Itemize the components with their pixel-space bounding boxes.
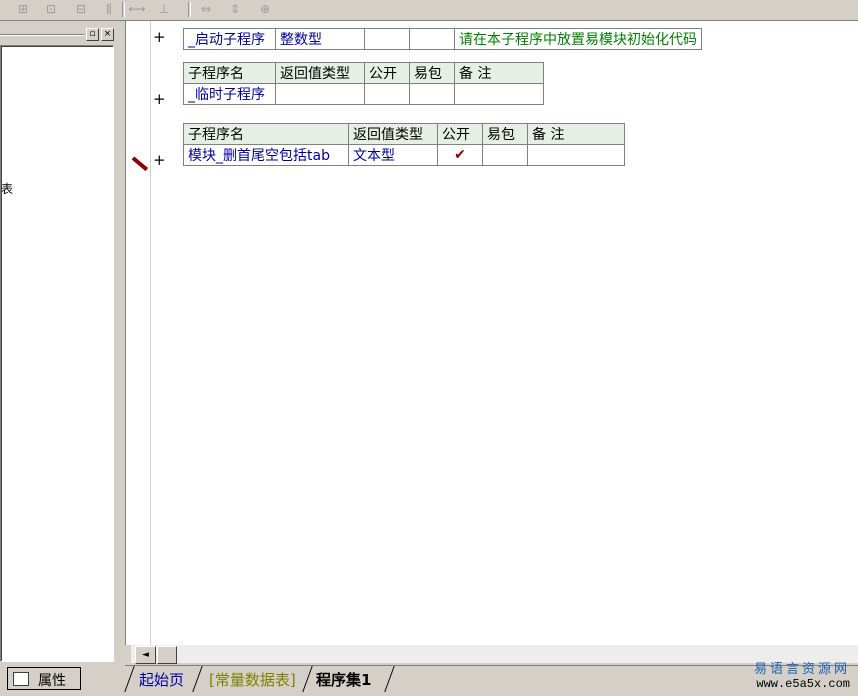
project-tree[interactable]: 表: [0, 45, 114, 662]
toolbar-separator: [188, 2, 191, 17]
scroll-thumb[interactable]: [157, 646, 177, 664]
public-check-icon[interactable]: ✔: [437, 144, 483, 166]
header-easy-pkg: 易包: [409, 62, 455, 84]
minimize-button[interactable]: ▫: [86, 28, 99, 41]
return-type-cell[interactable]: [275, 83, 365, 105]
easy-pkg-cell[interactable]: [409, 28, 455, 50]
close-button[interactable]: ×: [101, 28, 114, 41]
header-easy-pkg: 易包: [482, 123, 528, 145]
toolbar: ⊞ ⊡ ⊟ ⫼ ⟷ ⊥ ⇔ ⇕ ⊕: [0, 0, 858, 21]
document-tabs: 起始页 [常量数据表] 程序集1: [124, 665, 858, 696]
subroutine-table-module: 子程序名 返回值类型 公开 易包 备 注 模块_删首尾空包括tab 文本型 ✔: [183, 123, 625, 166]
sub-name-cell[interactable]: 模块_删首尾空包括tab: [183, 144, 349, 166]
sub-name-cell[interactable]: _临时子程序: [183, 83, 276, 105]
current-line-marker-icon: [131, 156, 149, 172]
table-merge-icon[interactable]: ⊞: [14, 1, 32, 18]
header-sub-name: 子程序名: [183, 62, 276, 84]
tab-divider: [192, 666, 203, 692]
subroutine-table-temp: 子程序名 返回值类型 公开 易包 备 注 _临时子程序: [183, 62, 544, 105]
watermark-url: www.e5a5x.com: [756, 677, 850, 691]
note-cell[interactable]: 请在本子程序中放置易模块初始化代码: [454, 28, 702, 50]
left-panel: ▫ × 表: [0, 21, 122, 666]
tab-start-page[interactable]: 起始页: [133, 669, 190, 691]
header-public: 公开: [437, 123, 483, 145]
table-split-icon[interactable]: ⊟: [72, 1, 90, 18]
header-note: 备 注: [454, 62, 544, 84]
properties-icon: [13, 672, 29, 686]
table-col-icon[interactable]: ⫼: [100, 1, 118, 18]
note-cell[interactable]: [527, 144, 625, 166]
horizontal-scrollbar[interactable]: ◄: [131, 645, 858, 664]
return-type-cell[interactable]: 整数型: [275, 28, 365, 50]
fit-height-icon[interactable]: ⇕: [226, 1, 244, 18]
watermark: 易语言资源网 www.e5a5x.com: [754, 658, 850, 691]
public-cell[interactable]: [364, 28, 410, 50]
align-v-icon[interactable]: ⊥: [155, 1, 173, 18]
header-sub-name: 子程序名: [183, 123, 349, 145]
public-cell[interactable]: [364, 83, 410, 105]
tab-constants[interactable]: [常量数据表]: [203, 669, 302, 691]
align-h-icon[interactable]: ⟷: [128, 1, 146, 18]
toolbar-separator: [122, 2, 125, 17]
editor-gutter: [126, 21, 151, 645]
expand-row2-button[interactable]: +: [153, 90, 166, 108]
header-public: 公开: [364, 62, 410, 84]
panel-grip[interactable]: [0, 34, 84, 36]
tab-program-set[interactable]: 程序集1: [310, 669, 377, 691]
note-cell[interactable]: [454, 83, 544, 105]
scroll-left-icon[interactable]: ◄: [135, 646, 156, 664]
expand-row1-button[interactable]: +: [153, 28, 166, 46]
sub-name-cell[interactable]: _启动子程序: [183, 28, 276, 50]
tree-item[interactable]: 表: [1, 180, 13, 197]
easy-pkg-cell[interactable]: [482, 144, 528, 166]
expand-row3-button[interactable]: +: [153, 151, 166, 169]
header-return-type: 返回值类型: [275, 62, 365, 84]
panel-titlebar: ▫ ×: [0, 27, 118, 41]
header-note: 备 注: [527, 123, 625, 145]
subroutine-table-start: _启动子程序 整数型 请在本子程序中放置易模块初始化代码: [183, 28, 702, 50]
fit-both-icon[interactable]: ⊕: [256, 1, 274, 18]
tab-divider: [384, 666, 395, 692]
watermark-title: 易语言资源网: [753, 662, 850, 677]
header-return-type: 返回值类型: [348, 123, 438, 145]
fit-width-icon[interactable]: ⇔: [197, 1, 215, 18]
return-type-cell[interactable]: 文本型: [348, 144, 438, 166]
tab-properties[interactable]: 属性: [7, 667, 81, 690]
code-editor[interactable]: + _启动子程序 整数型 请在本子程序中放置易模块初始化代码 子程序名 返回值类…: [125, 21, 858, 645]
easy-pkg-cell[interactable]: [409, 83, 455, 105]
tab-properties-label: 属性: [38, 673, 66, 689]
table-insert-icon[interactable]: ⊡: [42, 1, 60, 18]
